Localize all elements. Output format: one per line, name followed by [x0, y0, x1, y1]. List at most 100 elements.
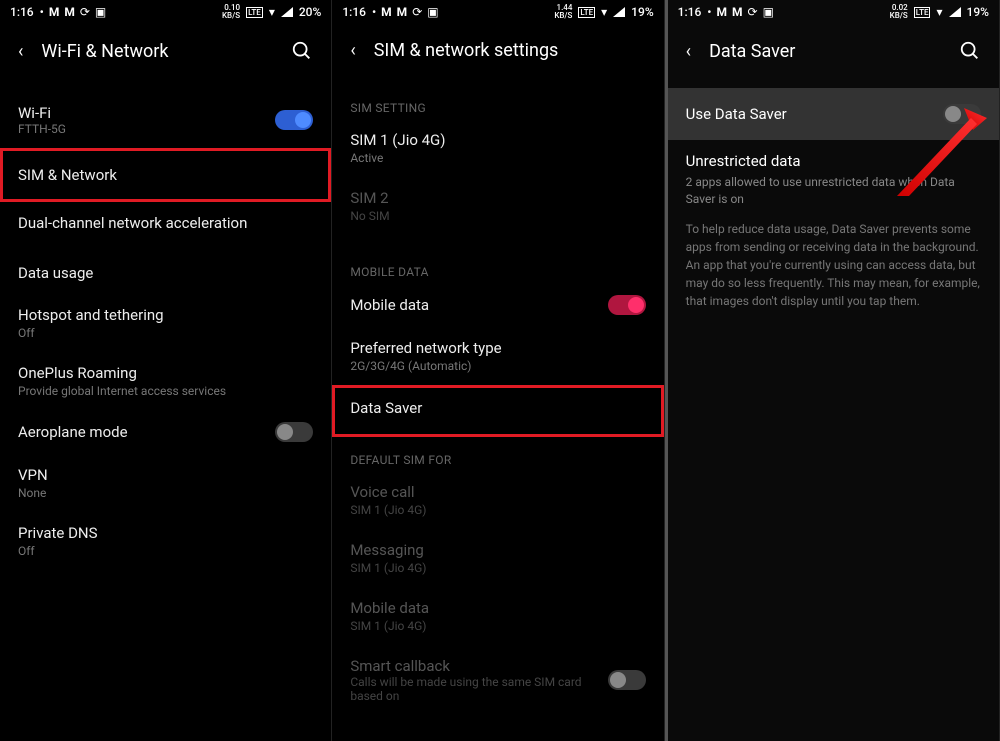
mobile-data-item[interactable]: Mobile data [332, 283, 663, 327]
voice-sub: SIM 1 (Jio 4G) [350, 503, 645, 517]
sync-icon: ⟳ [748, 5, 758, 19]
search-icon[interactable] [291, 40, 313, 62]
gmail-icon: M [49, 5, 60, 19]
data-saver-item[interactable]: Data Saver [332, 385, 663, 437]
smart-callback-toggle [608, 670, 646, 690]
page-title: SIM & network settings [374, 40, 559, 61]
pref-net-sub: 2G/3G/4G (Automatic) [350, 359, 645, 373]
status-bar: 1:16 • M M ⟳ ▣ 0.10KB/S LTE ▾ 20% [0, 0, 331, 24]
time: 1:16 [10, 5, 34, 19]
lte-icon: LTE [246, 7, 263, 18]
sim1-sub: Active [350, 151, 645, 165]
aeroplane-toggle[interactable] [275, 422, 313, 442]
data-usage-label: Data usage [18, 264, 313, 282]
status-bar: 1:16 • M M ⟳ ▣ 1.44KB/S LTE ▾ 19% [332, 0, 663, 24]
wifi-icon: ▾ [269, 5, 275, 19]
section-mobile-data: MOBILE DATA [332, 235, 663, 283]
gmail-icon: M [732, 5, 743, 19]
messaging-sub: SIM 1 (Jio 4G) [350, 561, 645, 575]
mobile-data-toggle[interactable] [608, 295, 646, 315]
lte-icon: LTE [914, 7, 931, 18]
datarate-bot: KB/S [222, 12, 240, 20]
page-header: ‹ SIM & network settings [332, 24, 663, 77]
wifi-toggle[interactable] [275, 110, 313, 130]
panel-wifi-network: 1:16 • M M ⟳ ▣ 0.10KB/S LTE ▾ 20% ‹ Wi-F… [0, 0, 332, 741]
wifi-item[interactable]: Wi-Fi FTTH-5G [0, 92, 331, 148]
search-icon[interactable] [959, 40, 981, 62]
dual-label: Dual-channel network acceleration [18, 214, 313, 232]
use-data-saver-toggle[interactable] [943, 104, 981, 124]
section-sim-setting: SIM SETTING [332, 91, 663, 119]
hotspot-label: Hotspot and tethering [18, 306, 313, 324]
unrestricted-data-item[interactable]: Unrestricted data 2 apps allowed to use … [668, 140, 999, 208]
dual-channel-item[interactable]: Dual-channel network acceleration [0, 202, 331, 244]
aeroplane-item[interactable]: Aeroplane mode [0, 410, 331, 454]
page-header: ‹ Data Saver [668, 24, 999, 78]
roaming-item[interactable]: OnePlus Roaming Provide global Internet … [0, 352, 331, 410]
gmail-icon: M [716, 5, 727, 19]
panel-data-saver: 1:16 • M M ⟳ ▣ 0.02KB/S LTE ▾ 19% ‹ Data… [665, 0, 1000, 741]
image-icon: ▣ [427, 5, 438, 19]
back-icon[interactable]: ‹ [350, 40, 355, 61]
preferred-network-item[interactable]: Preferred network type 2G/3G/4G (Automat… [332, 327, 663, 385]
gmail-icon: M [381, 5, 392, 19]
wifi-icon: ▾ [601, 5, 607, 19]
hotspot-item[interactable]: Hotspot and tethering Off [0, 294, 331, 352]
dns-item[interactable]: Private DNS Off [0, 512, 331, 570]
battery-text: 19% [631, 5, 653, 19]
dns-label: Private DNS [18, 524, 313, 542]
signal-icon [281, 7, 293, 17]
signal-dot-icon: • [40, 5, 44, 19]
sim2-sub: No SIM [350, 209, 645, 223]
voice-call-item: Voice call SIM 1 (Jio 4G) [332, 471, 663, 529]
sim-network-item[interactable]: SIM & Network [0, 148, 331, 202]
gmail-icon: M [64, 5, 75, 19]
roaming-label: OnePlus Roaming [18, 364, 313, 382]
page-header: ‹ Wi-Fi & Network [0, 24, 331, 78]
wifi-sub: FTTH-5G [18, 122, 66, 136]
smart-sub: Calls will be made using the same SIM ca… [350, 675, 605, 703]
page-title: Data Saver [709, 41, 795, 62]
sim1-label: SIM 1 (Jio 4G) [350, 131, 645, 149]
datarate-bot: KB/S [554, 12, 572, 20]
sync-icon: ⟳ [412, 5, 422, 19]
hotspot-sub: Off [18, 326, 313, 340]
vpn-item[interactable]: VPN None [0, 454, 331, 512]
wifi-icon: ▾ [936, 5, 942, 19]
sync-icon: ⟳ [80, 5, 90, 19]
lte-icon: LTE [578, 7, 595, 18]
dns-sub: Off [18, 544, 313, 558]
page-title: Wi-Fi & Network [41, 41, 168, 62]
roaming-sub: Provide global Internet access services [18, 384, 313, 398]
datarate-bot: KB/S [890, 12, 908, 20]
status-bar: 1:16 • M M ⟳ ▣ 0.02KB/S LTE ▾ 19% [668, 0, 999, 24]
battery-text: 19% [967, 5, 989, 19]
image-icon: ▣ [95, 5, 106, 19]
back-icon[interactable]: ‹ [18, 41, 23, 62]
signal-dot-icon: • [372, 5, 376, 19]
use-data-saver-label: Use Data Saver [686, 105, 787, 123]
mobile-data2-label: Mobile data [350, 599, 645, 617]
mobile-data2-sub: SIM 1 (Jio 4G) [350, 619, 645, 633]
data-saver-label: Data Saver [350, 399, 645, 417]
gmail-icon: M [397, 5, 408, 19]
time: 1:16 [342, 5, 366, 19]
smart-callback-item: Smart callback Calls will be made using … [332, 645, 663, 715]
wifi-label: Wi-Fi [18, 104, 66, 122]
aeroplane-label: Aeroplane mode [18, 423, 128, 441]
voice-label: Voice call [350, 483, 645, 501]
back-icon[interactable]: ‹ [686, 41, 691, 62]
sim1-item[interactable]: SIM 1 (Jio 4G) Active [332, 119, 663, 177]
section-default-sim: DEFAULT SIM FOR [332, 437, 663, 471]
smart-label: Smart callback [350, 657, 605, 675]
unrestricted-sub: 2 apps allowed to use unrestricted data … [686, 174, 981, 208]
image-icon: ▣ [763, 5, 774, 19]
sim-label: SIM & Network [18, 166, 313, 184]
sim2-label: SIM 2 [350, 189, 645, 207]
data-usage-item[interactable]: Data usage [0, 244, 331, 294]
panel-sim-settings: 1:16 • M M ⟳ ▣ 1.44KB/S LTE ▾ 19% ‹ SIM … [332, 0, 664, 741]
vpn-label: VPN [18, 466, 313, 484]
vpn-sub: None [18, 486, 313, 500]
time: 1:16 [678, 5, 702, 19]
use-data-saver-item[interactable]: Use Data Saver [668, 88, 999, 140]
